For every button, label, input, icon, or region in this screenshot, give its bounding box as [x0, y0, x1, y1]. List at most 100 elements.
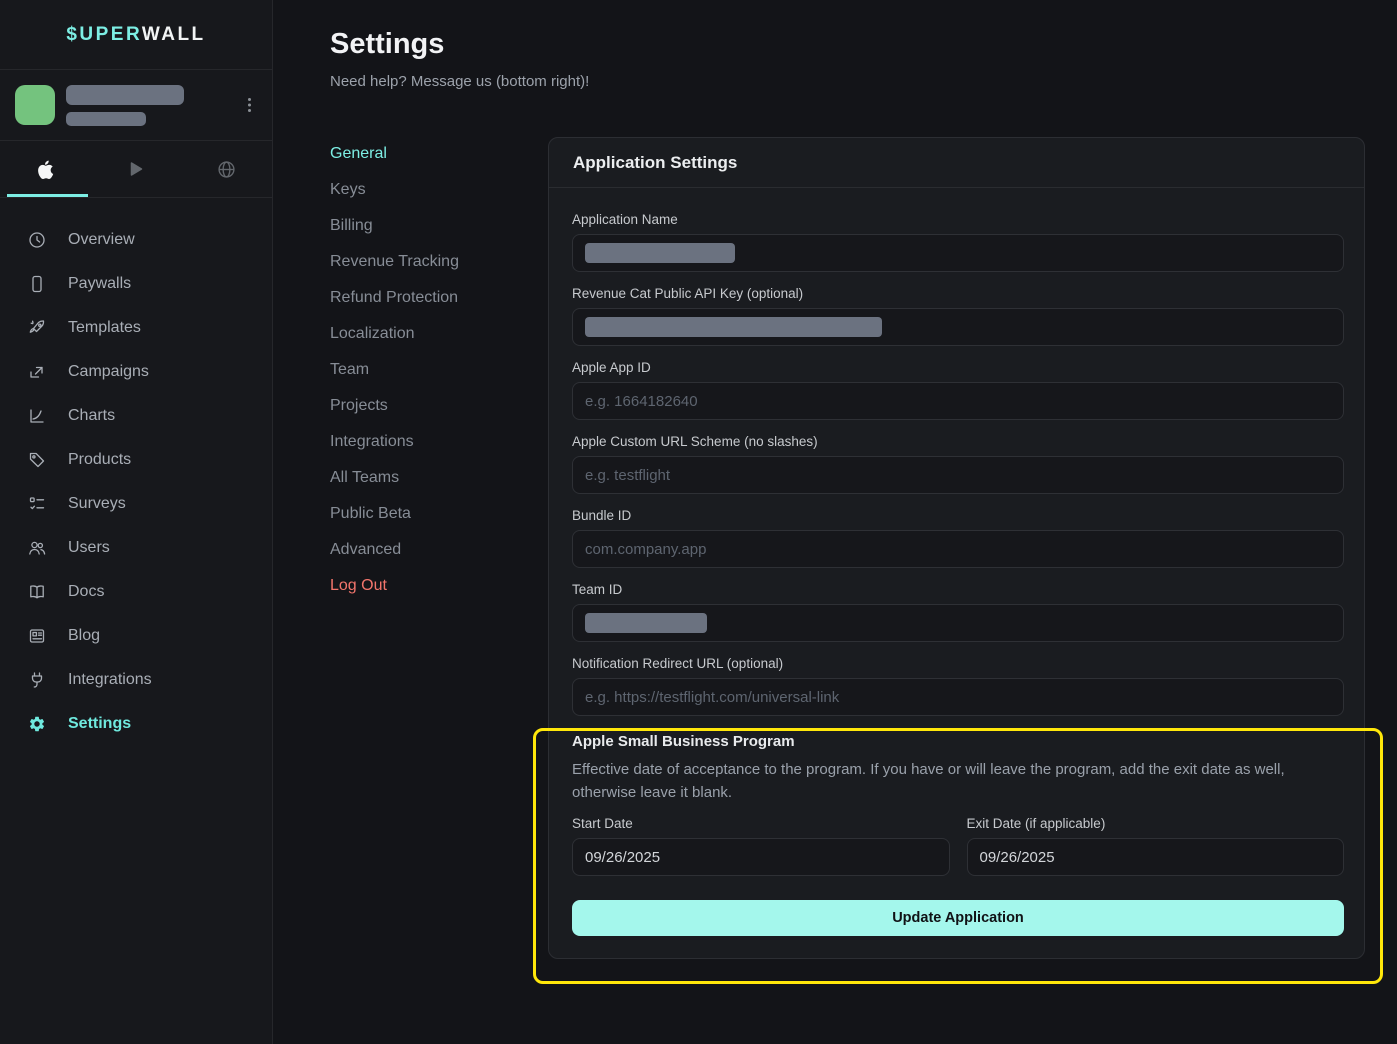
sidebar-item-label: Integrations: [68, 671, 152, 689]
tab-apple[interactable]: [0, 141, 91, 197]
redacted-value: [585, 613, 707, 633]
apple-app-id-label: Apple App ID: [572, 360, 1344, 376]
settings-nav-refund-protection[interactable]: Refund Protection: [330, 280, 459, 316]
team-id-input[interactable]: [572, 604, 1344, 642]
play-icon: [127, 160, 145, 178]
rocket-icon: [28, 319, 46, 337]
sidebar-item-label: Overview: [68, 231, 135, 249]
sidebar-item-label: Campaigns: [68, 363, 149, 381]
tab-google-play[interactable]: [91, 141, 182, 197]
notification-redirect-url-input[interactable]: [572, 678, 1344, 716]
sidebar: $UPERWALL Ov: [0, 0, 273, 1044]
settings-nav-integrations[interactable]: Integrations: [330, 424, 459, 460]
settings-nav-public-beta[interactable]: Public Beta: [330, 496, 459, 532]
field-team-id: Team ID: [572, 582, 1344, 642]
account-menu-button[interactable]: [241, 93, 258, 117]
sidebar-item-blog[interactable]: Blog: [0, 614, 272, 658]
application-name-input[interactable]: [572, 234, 1344, 272]
redacted-account-name: [66, 85, 184, 105]
settings-nav-billing[interactable]: Billing: [330, 208, 459, 244]
sidebar-item-surveys[interactable]: Surveys: [0, 482, 272, 526]
start-date-label: Start Date: [572, 816, 950, 832]
sidebar-item-paywalls[interactable]: Paywalls: [0, 262, 272, 306]
exit-date-label: Exit Date (if applicable): [967, 816, 1345, 832]
field-bundle-id: Bundle ID: [572, 508, 1344, 568]
sidebar-item-label: Templates: [68, 319, 141, 337]
application-name-label: Application Name: [572, 212, 1344, 228]
sidebar-item-label: Paywalls: [68, 275, 131, 293]
field-start-date: Start Date: [572, 816, 950, 876]
card-body: Application Name Revenue Cat Public API …: [549, 188, 1364, 958]
avatar: [15, 85, 55, 125]
settings-nav-general[interactable]: General: [330, 136, 459, 172]
redacted-value: [585, 317, 882, 337]
sidebar-item-label: Surveys: [68, 495, 126, 513]
sidebar-item-users[interactable]: Users: [0, 526, 272, 570]
card-title: Application Settings: [549, 138, 1364, 188]
revenuecat-api-key-label: Revenue Cat Public API Key (optional): [572, 286, 1344, 302]
apple-small-business-section: Apple Small Business Program Effective d…: [572, 733, 1344, 936]
field-revenuecat-api-key: Revenue Cat Public API Key (optional): [572, 286, 1344, 346]
gear-icon: [28, 715, 46, 733]
tab-web[interactable]: [181, 141, 272, 197]
field-apple-app-id: Apple App ID: [572, 360, 1344, 420]
sidebar-item-label: Users: [68, 539, 110, 557]
checklist-icon: [28, 495, 46, 513]
bundle-id-label: Bundle ID: [572, 508, 1344, 524]
exit-date-input[interactable]: [967, 838, 1345, 876]
settings-nav-projects[interactable]: Projects: [330, 388, 459, 424]
revenuecat-api-key-input[interactable]: [572, 308, 1344, 346]
sidebar-item-docs[interactable]: Docs: [0, 570, 272, 614]
settings-nav-all-teams[interactable]: All Teams: [330, 460, 459, 496]
settings-nav-advanced[interactable]: Advanced: [330, 532, 459, 568]
field-notification-redirect-url: Notification Redirect URL (optional): [572, 656, 1344, 716]
chart-icon: [28, 407, 46, 425]
logo-rest-text: WALL: [142, 24, 206, 45]
sidebar-item-settings[interactable]: Settings: [0, 702, 272, 746]
settings-nav-revenue-tracking[interactable]: Revenue Tracking: [330, 244, 459, 280]
sidebar-item-label: Settings: [68, 715, 131, 733]
sidebar-item-label: Blog: [68, 627, 100, 645]
book-icon: [28, 583, 46, 601]
phone-icon: [28, 275, 46, 293]
newspaper-icon: [28, 627, 46, 645]
small-business-description: Effective date of acceptance to the prog…: [572, 758, 1344, 804]
sidebar-item-products[interactable]: Products: [0, 438, 272, 482]
sidebar-item-label: Docs: [68, 583, 104, 601]
apple-url-scheme-input[interactable]: [572, 456, 1344, 494]
sidebar-item-campaigns[interactable]: Campaigns: [0, 350, 272, 394]
notification-redirect-url-label: Notification Redirect URL (optional): [572, 656, 1344, 672]
account-switcher[interactable]: [0, 70, 272, 141]
sidebar-item-templates[interactable]: Templates: [0, 306, 272, 350]
logo-accent-text: $UPER: [66, 24, 142, 45]
sidebar-item-charts[interactable]: Charts: [0, 394, 272, 438]
bundle-id-input[interactable]: [572, 530, 1344, 568]
settings-nav-team[interactable]: Team: [330, 352, 459, 388]
page-subtitle: Need help? Message us (bottom right)!: [330, 73, 589, 90]
apple-icon: [36, 159, 54, 180]
page-title: Settings: [330, 28, 444, 61]
sidebar-item-overview[interactable]: Overview: [0, 218, 272, 262]
kebab-menu-icon: [247, 97, 252, 113]
apple-app-id-input[interactable]: [572, 382, 1344, 420]
redacted-account-sub: [66, 112, 146, 126]
sidebar-item-integrations[interactable]: Integrations: [0, 658, 272, 702]
settings-nav-localization[interactable]: Localization: [330, 316, 459, 352]
update-application-button[interactable]: Update Application: [572, 900, 1344, 936]
users-icon: [28, 539, 46, 557]
settings-nav-keys[interactable]: Keys: [330, 172, 459, 208]
superwall-logo[interactable]: $UPERWALL: [66, 24, 205, 46]
app-window: $UPERWALL Ov: [0, 0, 1397, 1044]
sidebar-nav: Overview Paywalls Templates Campaigns Ch…: [0, 198, 272, 746]
logo-bar: $UPERWALL: [0, 0, 272, 70]
settings-nav: General Keys Billing Revenue Tracking Re…: [330, 136, 459, 604]
redacted-account-info: [66, 85, 230, 126]
tag-icon: [28, 451, 46, 469]
team-id-label: Team ID: [572, 582, 1344, 598]
settings-nav-log-out[interactable]: Log Out: [330, 568, 459, 604]
field-application-name: Application Name: [572, 212, 1344, 272]
field-apple-url-scheme: Apple Custom URL Scheme (no slashes): [572, 434, 1344, 494]
date-fields-row: Start Date Exit Date (if applicable): [572, 816, 1344, 876]
start-date-input[interactable]: [572, 838, 950, 876]
plug-icon: [28, 671, 46, 689]
